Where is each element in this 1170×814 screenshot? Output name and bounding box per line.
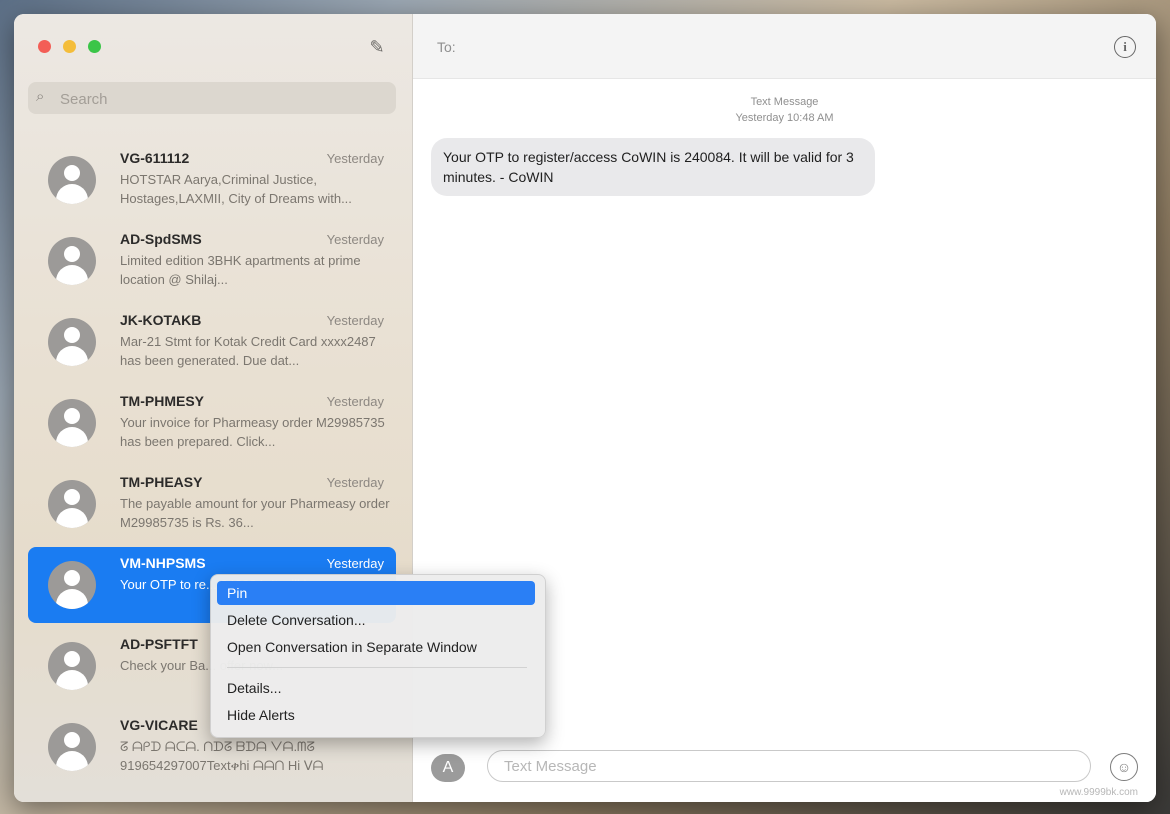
chat-header: To: i [413, 14, 1156, 79]
conversation-name: VG-611112 [120, 150, 190, 166]
menu-item-delete-conversation[interactable]: Delete Conversation... [217, 608, 535, 632]
conversation-time: Yesterday [326, 475, 384, 490]
avatar-icon [48, 237, 96, 285]
conversation-name: AD-PSFTFT [120, 636, 198, 652]
messages-window: ✎ ⌕ VG-611112 Yesterday HOTSTAR Aarya,Cr… [14, 14, 1156, 802]
conversation-item[interactable]: JK-KOTAKB Yesterday Mar-21 Stmt for Kota… [28, 304, 396, 380]
conversation-item[interactable]: AD-SpdSMS Yesterday Limited edition 3BHK… [28, 223, 396, 299]
conversation-item[interactable]: VG-611112 Yesterday HOTSTAR Aarya,Crimin… [28, 142, 396, 218]
conversation-name: VM-NHPSMS [120, 555, 206, 571]
conversation-time: Yesterday [326, 313, 384, 328]
info-icon[interactable]: i [1114, 36, 1136, 58]
conversation-time: Yesterday [326, 151, 384, 166]
avatar-icon [48, 480, 96, 528]
avatar-icon [48, 642, 96, 690]
minimize-window-button[interactable] [63, 40, 76, 53]
avatar-icon [48, 399, 96, 447]
conversation-preview: ᘔ ᗩᑭᗪ ᗩᑕᗩ. ᑎᗪᘔ ᗷᗪᗩ ᐯᗩ.ᗰᘔ 919654297007Tex… [120, 739, 324, 773]
message-bubble[interactable]: Your OTP to register/access CoWIN is 240… [431, 138, 875, 196]
message-meta-time: Yesterday 10:48 AM [735, 112, 834, 124]
watermark-text: www.9999bk.com [1059, 787, 1138, 798]
conversation-item[interactable]: TM-PHMESY Yesterday Your invoice for Pha… [28, 385, 396, 461]
menu-item-pin[interactable]: Pin [217, 581, 535, 605]
context-menu: Pin Delete Conversation... Open Conversa… [210, 574, 546, 738]
avatar-icon [48, 723, 96, 771]
conversation-preview: Mar-21 Stmt for Kotak Credit Card xxxx24… [120, 334, 376, 368]
conversation-time: Yesterday [326, 232, 384, 247]
conversation-name: VG-VICARE [120, 717, 198, 733]
avatar-icon [48, 318, 96, 366]
conversation-name: AD-SpdSMS [120, 231, 202, 247]
apps-icon[interactable]: A [431, 754, 465, 782]
search-input[interactable] [58, 86, 382, 112]
message-meta-type: Text Message [750, 96, 819, 108]
conversation-name: TM-PHEASY [120, 474, 203, 490]
close-window-button[interactable] [38, 40, 51, 53]
avatar-icon [48, 561, 96, 609]
compose-bar: A ☺ [413, 744, 1156, 802]
avatar-icon [48, 156, 96, 204]
search-bar[interactable]: ⌕ [28, 82, 396, 114]
conversation-preview: The payable amount for your Pharmeasy or… [120, 496, 390, 530]
menu-separator [227, 667, 527, 668]
conversation-name: JK-KOTAKB [120, 312, 202, 328]
compose-icon[interactable]: ✎ [366, 36, 388, 58]
conversation-time: Yesterday [326, 394, 384, 409]
conversation-preview: Your invoice for Pharmeasy order M299857… [120, 415, 385, 449]
conversation-preview: Limited edition 3BHK apartments at prime… [120, 253, 361, 287]
menu-item-details[interactable]: Details... [217, 676, 535, 700]
emoji-icon[interactable]: ☺ [1110, 753, 1138, 781]
zoom-window-button[interactable] [88, 40, 101, 53]
conversation-name: TM-PHMESY [120, 393, 204, 409]
search-icon: ⌕ [36, 88, 45, 105]
conversation-item[interactable]: TM-PHEASY Yesterday The payable amount f… [28, 466, 396, 542]
menu-item-open-separate-window[interactable]: Open Conversation in Separate Window [217, 635, 535, 659]
message-input[interactable] [487, 750, 1091, 782]
menu-item-hide-alerts[interactable]: Hide Alerts [217, 703, 535, 727]
conversation-preview: HOTSTAR Aarya,Criminal Justice, Hostages… [120, 172, 352, 206]
conversation-time: Yesterday [326, 556, 384, 571]
to-label: To: [437, 39, 456, 55]
